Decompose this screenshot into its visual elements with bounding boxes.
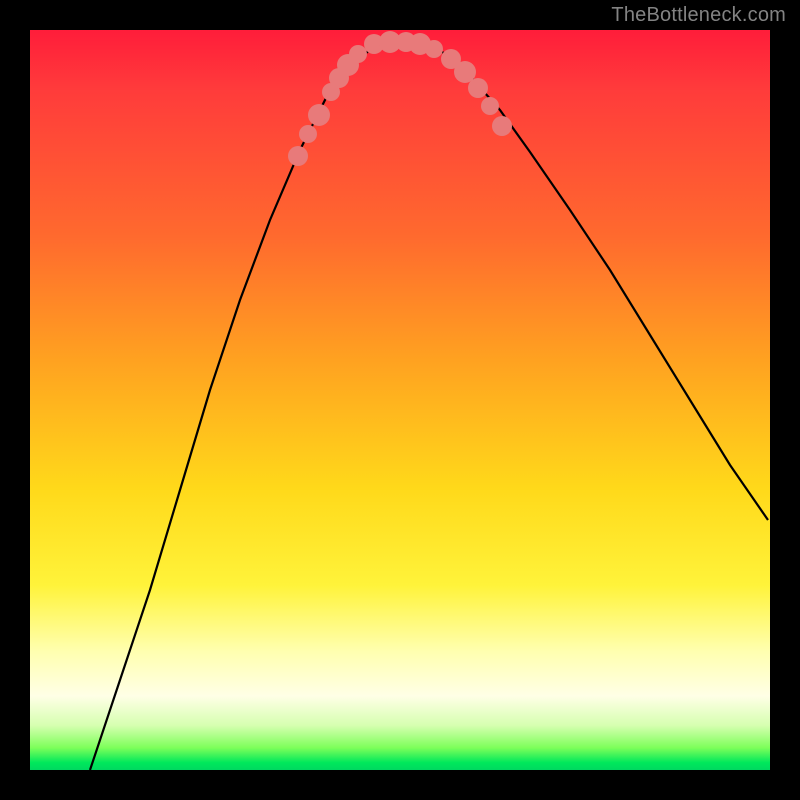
watermark-text: TheBottleneck.com — [611, 4, 786, 27]
highlight-dot — [308, 104, 330, 126]
curve-svg — [30, 30, 770, 770]
highlight-dot — [299, 125, 317, 143]
highlight-dot — [288, 146, 308, 166]
highlight-dot — [468, 78, 488, 98]
highlight-dot — [425, 40, 443, 58]
chart-stage: TheBottleneck.com — [0, 0, 800, 800]
bottleneck-curve — [90, 42, 768, 770]
highlight-dot — [492, 116, 512, 136]
highlight-dot — [481, 97, 499, 115]
plot-area — [30, 30, 770, 770]
highlight-dot — [349, 45, 367, 63]
highlight-dots — [288, 31, 512, 166]
